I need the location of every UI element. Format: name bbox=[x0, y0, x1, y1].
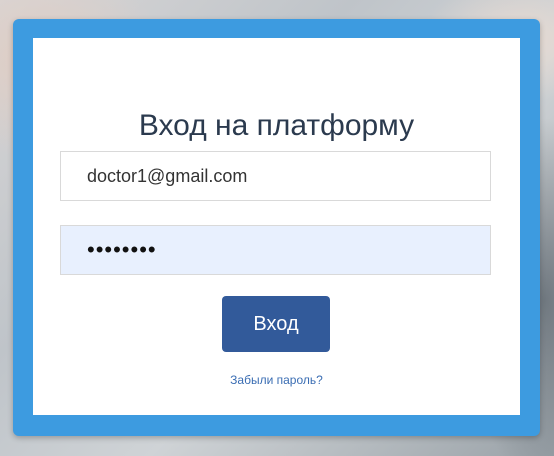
page-title: Вход на платформу bbox=[138, 109, 415, 142]
password-field[interactable]: •••••••• bbox=[60, 225, 491, 275]
login-card: Вход на платформу doctor1@gmail.com ••••… bbox=[33, 38, 520, 415]
email-field[interactable]: doctor1@gmail.com bbox=[60, 151, 491, 201]
login-button[interactable]: Вход bbox=[222, 296, 330, 352]
forgot-password-link[interactable]: Забыли пароль? bbox=[33, 373, 520, 387]
login-frame: Вход на платформу doctor1@gmail.com ••••… bbox=[13, 19, 540, 436]
